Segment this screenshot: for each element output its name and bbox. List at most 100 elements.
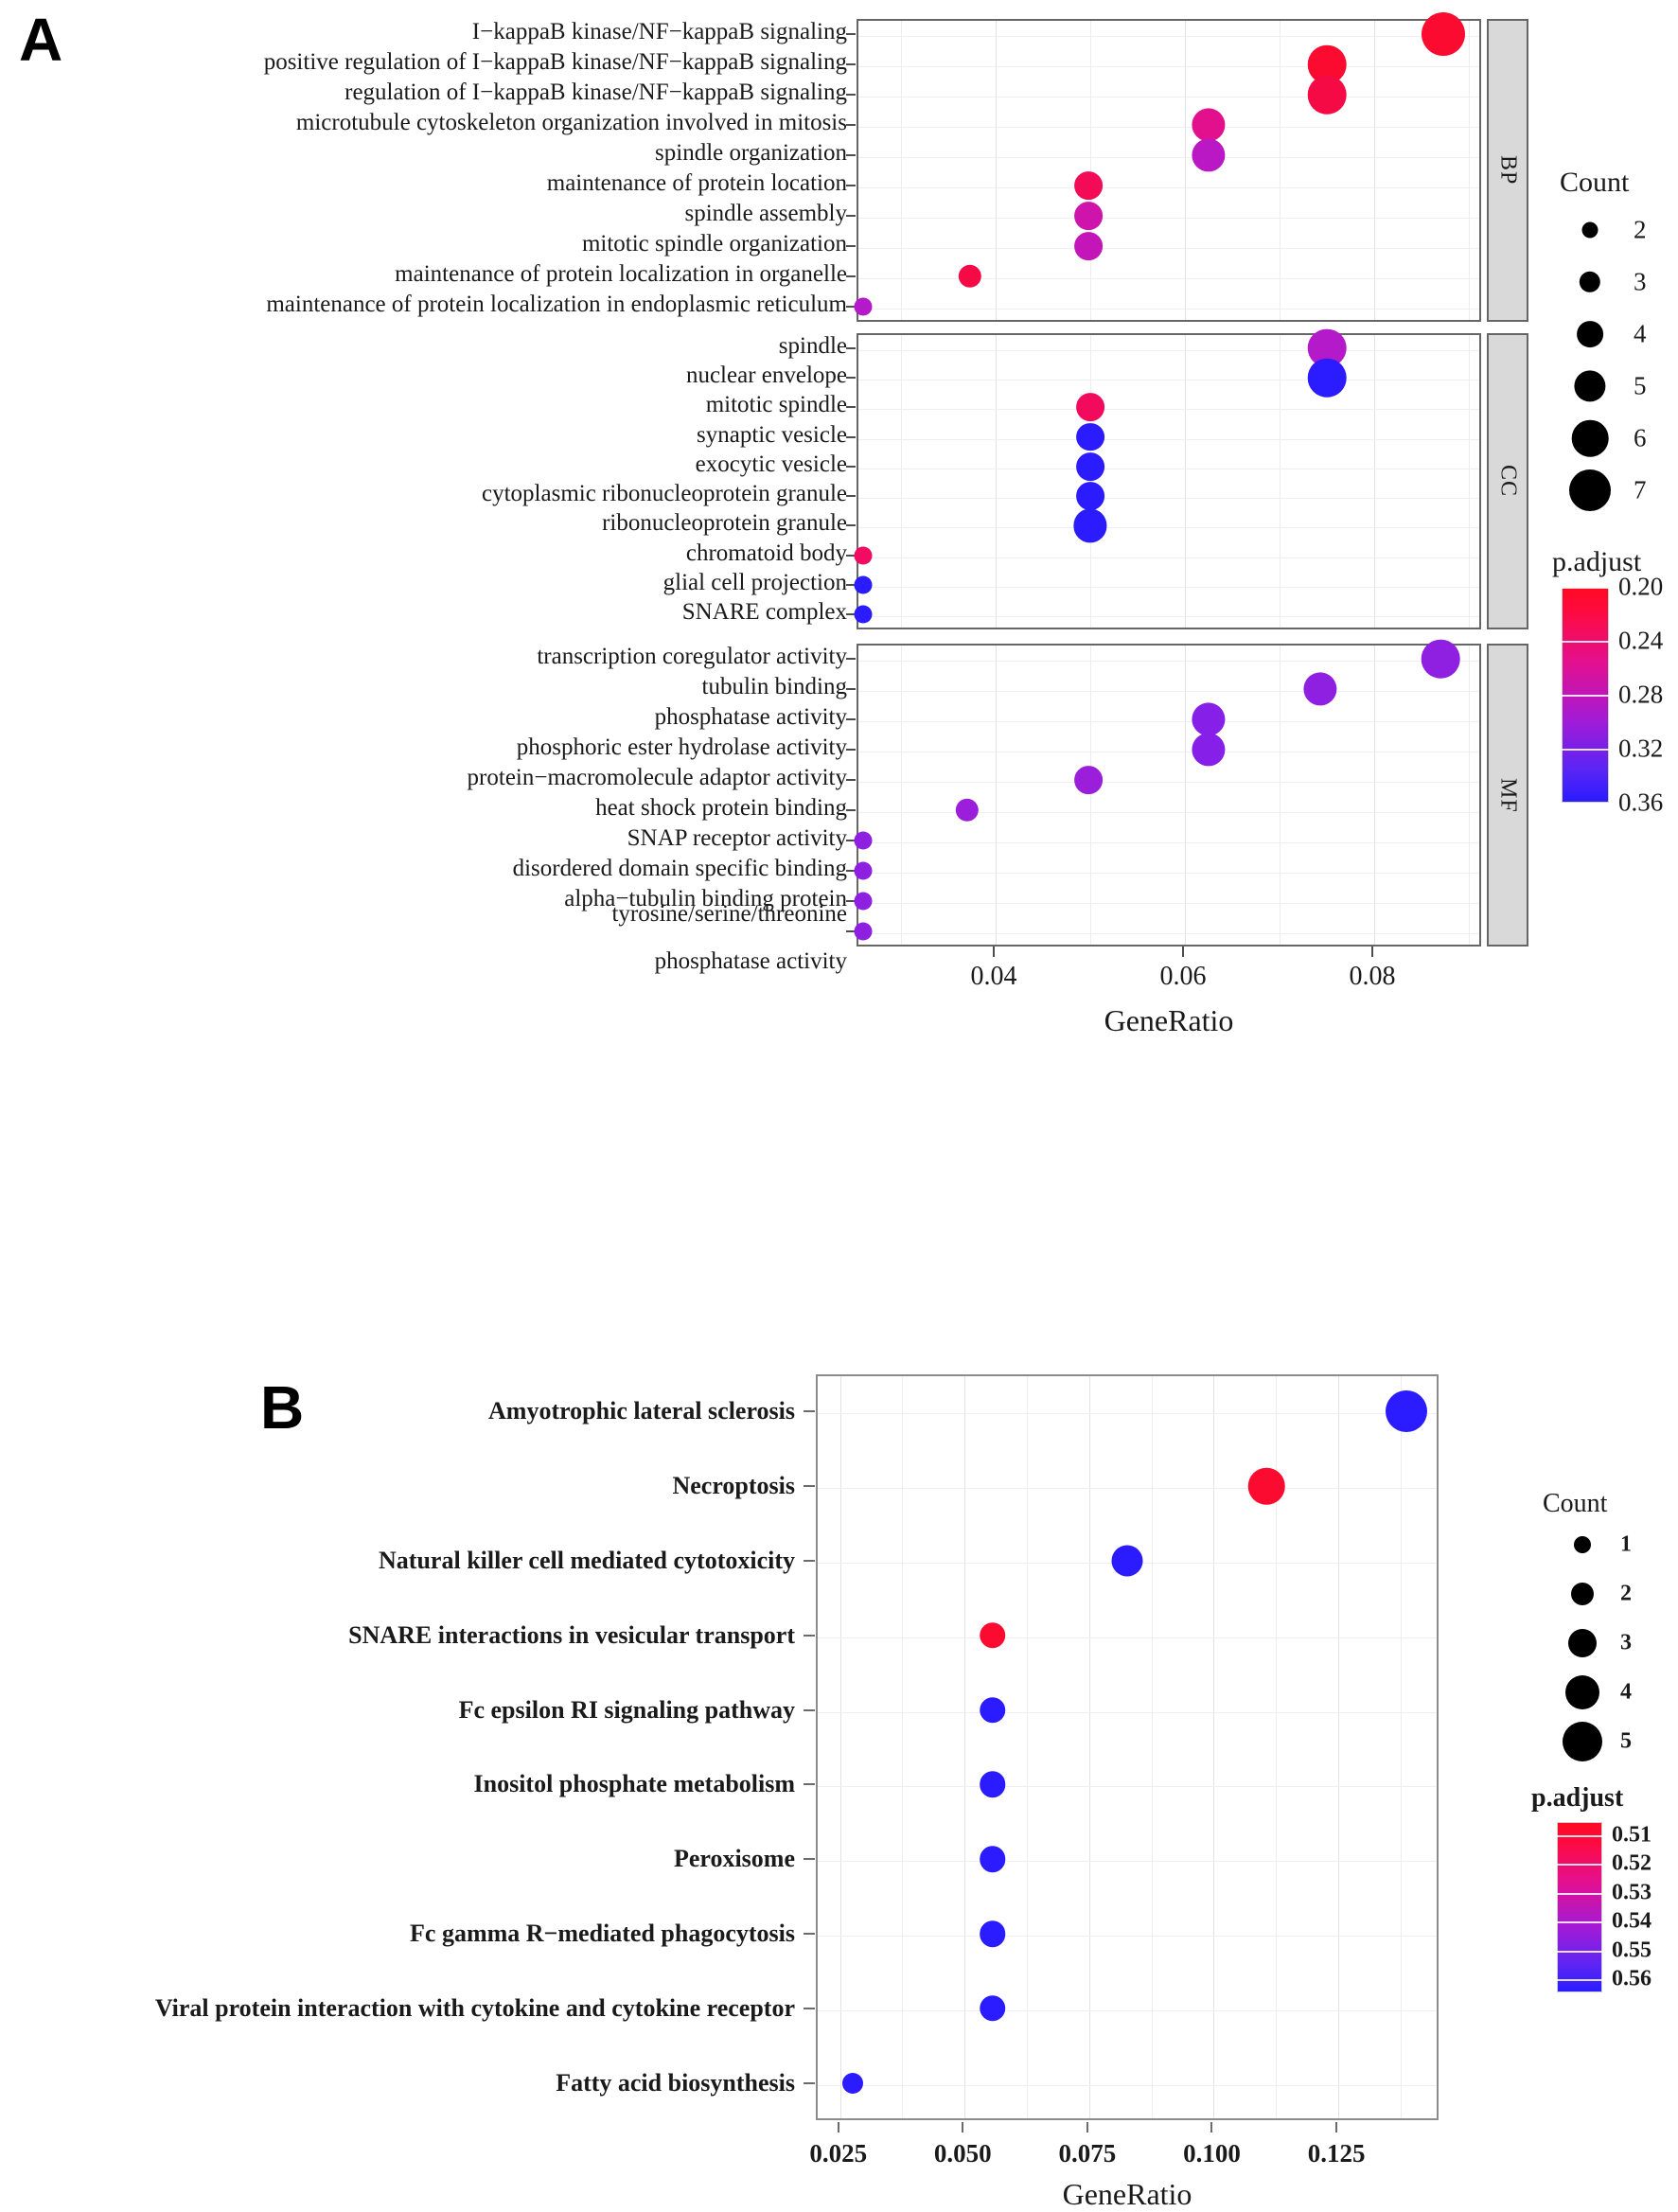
padjust-legend-label: 0.56 xyxy=(1612,1966,1652,1991)
data-point xyxy=(842,2072,864,2094)
padjust-legend-label: 0.55 xyxy=(1612,1938,1652,1963)
y-axis-label: Amyotrophic lateral sclerosis xyxy=(488,1397,795,1425)
gridline-horizontal xyxy=(818,1936,1437,1937)
y-axis-label: maintenance of protein localization in e… xyxy=(266,292,847,317)
facet-strip-MF: MF xyxy=(1487,644,1528,947)
data-point xyxy=(980,1920,1006,1947)
gridline-horizontal xyxy=(858,933,1479,934)
data-point xyxy=(1248,1467,1285,1505)
facet-strip-label: MF xyxy=(1495,777,1521,813)
count-legend-dot xyxy=(1574,370,1606,402)
data-point xyxy=(854,861,873,880)
gridline-horizontal xyxy=(818,1488,1437,1490)
y-tick xyxy=(804,1708,815,1711)
y-tick xyxy=(846,688,856,690)
count-legend-dot xyxy=(1579,271,1601,293)
colorbar-tick xyxy=(1557,1892,1602,1895)
y-axis-label: synaptic vesicle xyxy=(697,421,847,448)
y-axis-label: tubulin binding xyxy=(701,674,847,699)
y-axis-label: mitotic spindle xyxy=(705,392,847,418)
gridline-horizontal xyxy=(858,527,1479,529)
y-tick xyxy=(846,245,856,247)
y-tick xyxy=(846,346,856,349)
panel-b-plot-area xyxy=(816,1374,1439,2120)
x-tick-label: 0.075 xyxy=(1058,2139,1117,2168)
data-point xyxy=(854,546,873,565)
padjust-legend-label: 0.36 xyxy=(1618,787,1664,817)
padjust-legend-label: 0.52 xyxy=(1612,1850,1652,1876)
data-point xyxy=(1076,393,1104,422)
data-point xyxy=(1421,639,1460,679)
x-tick-label: 0.100 xyxy=(1183,2139,1241,2168)
y-tick xyxy=(846,524,856,527)
y-tick xyxy=(846,185,856,186)
y-tick xyxy=(804,1783,815,1786)
x-tick-label: 0.04 xyxy=(970,962,1017,991)
facet-strip-BP: BP xyxy=(1487,19,1528,322)
y-axis-label: Fatty acid biosynthesis xyxy=(556,2068,795,2097)
data-point xyxy=(1076,422,1104,451)
y-axis-label: phosphatase activity xyxy=(654,948,847,974)
gridline-horizontal xyxy=(858,309,1479,310)
padjust-legend-label: 0.24 xyxy=(1618,626,1664,655)
gridline-horizontal xyxy=(858,409,1479,411)
y-axis-label: Fc gamma R−mediated phagocytosis xyxy=(410,1920,795,1947)
y-axis-label: Viral protein interaction with cytokine … xyxy=(154,1993,795,2022)
padjust-legend-label: 0.28 xyxy=(1618,680,1664,709)
count-legend-dot xyxy=(1569,469,1611,511)
count-legend-title: Count xyxy=(1560,167,1630,198)
count-legend-label: 6 xyxy=(1634,423,1647,452)
y-tick xyxy=(846,376,856,379)
y-axis-label: Fc epsilon RI signaling pathway xyxy=(458,1695,795,1724)
colorbar-tick xyxy=(1557,1835,1602,1837)
gridline-horizontal xyxy=(818,1637,1437,1638)
count-legend-label: 3 xyxy=(1634,267,1647,296)
y-axis-label: mitotic spindle organization xyxy=(581,231,847,257)
colorbar-tick xyxy=(1562,803,1609,805)
facet-panel-BP xyxy=(857,19,1481,322)
y-axis-label: glial cell projection xyxy=(662,570,847,596)
gridline-horizontal xyxy=(858,842,1479,843)
y-axis-label: positive regulation of I−kappaB kinase/N… xyxy=(263,49,847,75)
gridline-horizontal xyxy=(858,721,1479,722)
data-point xyxy=(1074,202,1103,230)
facet-strip-label: CC xyxy=(1495,465,1521,498)
y-axis-label: transcription coregulator activity xyxy=(537,644,847,669)
gridline-horizontal xyxy=(858,157,1479,158)
count-legend-title: Count xyxy=(1543,1489,1608,1518)
data-point xyxy=(980,1622,1006,1649)
count-legend-label: 5 xyxy=(1634,371,1647,400)
y-tick xyxy=(846,435,856,438)
y-axis-label: tyrosine/serine/threonine xyxy=(611,901,847,927)
y-axis-label: nuclear envelope xyxy=(685,362,847,388)
data-point xyxy=(1307,358,1347,398)
y-tick xyxy=(804,1560,815,1562)
y-tick xyxy=(846,809,856,811)
data-point xyxy=(854,831,873,850)
count-legend-label: 4 xyxy=(1620,1679,1632,1705)
y-axis-label: protein−macromolecule adaptor activity xyxy=(467,765,847,790)
data-point xyxy=(854,297,873,316)
gridline-horizontal xyxy=(858,218,1479,219)
gridline-horizontal xyxy=(858,349,1479,351)
y-axis-label: spindle organization xyxy=(655,140,847,166)
data-point xyxy=(1076,451,1104,481)
y-axis-label: regulation of I−kappaB kinase/NF−kappaB … xyxy=(344,80,847,105)
y-tick xyxy=(846,465,856,468)
x-axis-title: GeneRatio xyxy=(1062,2177,1192,2211)
gridline-horizontal xyxy=(818,1413,1437,1415)
padjust-legend-label: 0.54 xyxy=(1612,1908,1652,1934)
gridline-horizontal xyxy=(858,278,1479,279)
data-point xyxy=(854,922,873,941)
x-tick xyxy=(962,2122,964,2132)
x-tick-label: 0.050 xyxy=(933,2139,992,2168)
count-legend-label: 3 xyxy=(1620,1630,1632,1655)
y-axis-label: SNARE interactions in vesicular transpor… xyxy=(348,1620,795,1649)
y-tick xyxy=(804,1933,815,1935)
y-axis-label: microtubule cytoskeleton organization in… xyxy=(295,110,847,135)
y-tick xyxy=(846,33,856,35)
count-legend-label: 2 xyxy=(1634,215,1647,244)
padjust-legend-label: 0.51 xyxy=(1612,1822,1652,1848)
facet-panel-CC xyxy=(857,333,1481,629)
count-legend-dot xyxy=(1571,419,1609,457)
